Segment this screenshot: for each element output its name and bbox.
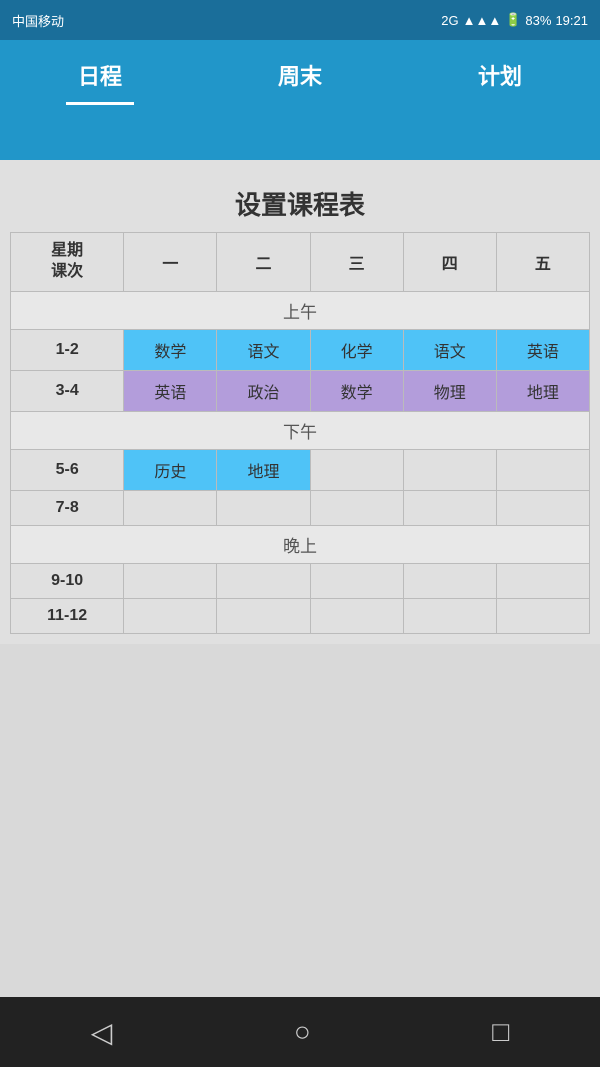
time-label: 19:21 [555, 13, 588, 28]
period-1-2: 1-2 [11, 329, 124, 370]
col-mon: 一 [124, 233, 217, 292]
tab-weekend[interactable]: 周末 [258, 49, 342, 101]
cell-11-12-thu[interactable] [403, 598, 496, 633]
section-evening: 晚上 [11, 525, 590, 563]
col-tue: 二 [217, 233, 310, 292]
cell-3-4-fri[interactable]: 地理 [496, 370, 589, 411]
cell-11-12-mon[interactable] [124, 598, 217, 633]
section-afternoon: 下午 [11, 411, 590, 449]
table-row: 5-6 历史 地理 [11, 449, 590, 490]
period-5-6: 5-6 [11, 449, 124, 490]
content-area: 设置课程表 星期课次 一 二 三 四 五 上午 1-2 数学 语文 化学 语文 [0, 160, 600, 644]
period-7-8: 7-8 [11, 490, 124, 525]
col-thu: 四 [403, 233, 496, 292]
blue-divider [0, 110, 600, 160]
period-9-10: 9-10 [11, 563, 124, 598]
cell-7-8-mon[interactable] [124, 490, 217, 525]
cell-11-12-fri[interactable] [496, 598, 589, 633]
cell-7-8-fri[interactable] [496, 490, 589, 525]
table-row: 7-8 [11, 490, 590, 525]
cell-3-4-wed[interactable]: 数学 [310, 370, 403, 411]
tab-plan[interactable]: 计划 [458, 49, 542, 101]
cell-5-6-wed[interactable] [310, 449, 403, 490]
cell-3-4-thu[interactable]: 物理 [403, 370, 496, 411]
table-row: 3-4 英语 政治 数学 物理 地理 [11, 370, 590, 411]
cell-9-10-tue[interactable] [217, 563, 310, 598]
cell-5-6-mon[interactable]: 历史 [124, 449, 217, 490]
table-row: 11-12 [11, 598, 590, 633]
signal-label: 2G [441, 13, 458, 28]
section-morning: 上午 [11, 291, 590, 329]
schedule-table: 星期课次 一 二 三 四 五 上午 1-2 数学 语文 化学 语文 英语 [10, 232, 590, 634]
cell-1-2-mon[interactable]: 数学 [124, 329, 217, 370]
cell-5-6-thu[interactable] [403, 449, 496, 490]
cell-1-2-tue[interactable]: 语文 [217, 329, 310, 370]
period-3-4: 3-4 [11, 370, 124, 411]
morning-label: 上午 [11, 291, 590, 329]
cell-3-4-mon[interactable]: 英语 [124, 370, 217, 411]
table-row: 1-2 数学 语文 化学 语文 英语 [11, 329, 590, 370]
cell-5-6-tue[interactable]: 地理 [217, 449, 310, 490]
cell-7-8-tue[interactable] [217, 490, 310, 525]
battery-label: 83% [525, 13, 551, 28]
home-icon[interactable]: ○ [294, 1016, 311, 1048]
cell-9-10-mon[interactable] [124, 563, 217, 598]
afternoon-label: 下午 [11, 411, 590, 449]
cell-9-10-thu[interactable] [403, 563, 496, 598]
nav-tabs: 日程 周末 计划 [0, 40, 600, 110]
signal-icon: ▲▲▲ [463, 13, 502, 28]
recent-icon[interactable]: □ [492, 1016, 509, 1048]
cell-9-10-fri[interactable] [496, 563, 589, 598]
tab-schedule[interactable]: 日程 [58, 49, 142, 101]
day-period-header: 星期课次 [11, 233, 124, 292]
col-wed: 三 [310, 233, 403, 292]
cell-1-2-fri[interactable]: 英语 [496, 329, 589, 370]
battery-icon: 🔋 [505, 12, 521, 28]
period-11-12: 11-12 [11, 598, 124, 633]
cell-1-2-wed[interactable]: 化学 [310, 329, 403, 370]
cell-11-12-tue[interactable] [217, 598, 310, 633]
bottom-nav: ◁ ○ □ [0, 997, 600, 1067]
col-fri: 五 [496, 233, 589, 292]
cell-7-8-wed[interactable] [310, 490, 403, 525]
cell-3-4-tue[interactable]: 政治 [217, 370, 310, 411]
back-icon[interactable]: ◁ [91, 1016, 113, 1049]
cell-7-8-thu[interactable] [403, 490, 496, 525]
evening-label: 晚上 [11, 525, 590, 563]
table-title: 设置课程表 [10, 170, 590, 232]
status-bar: 中国移动 2G ▲▲▲ 🔋 83% 19:21 [0, 0, 600, 40]
status-right: 2G ▲▲▲ 🔋 83% 19:21 [441, 12, 588, 28]
cell-11-12-wed[interactable] [310, 598, 403, 633]
cell-9-10-wed[interactable] [310, 563, 403, 598]
carrier-label: 中国移动 [12, 11, 64, 30]
cell-1-2-thu[interactable]: 语文 [403, 329, 496, 370]
table-row: 9-10 [11, 563, 590, 598]
cell-5-6-fri[interactable] [496, 449, 589, 490]
